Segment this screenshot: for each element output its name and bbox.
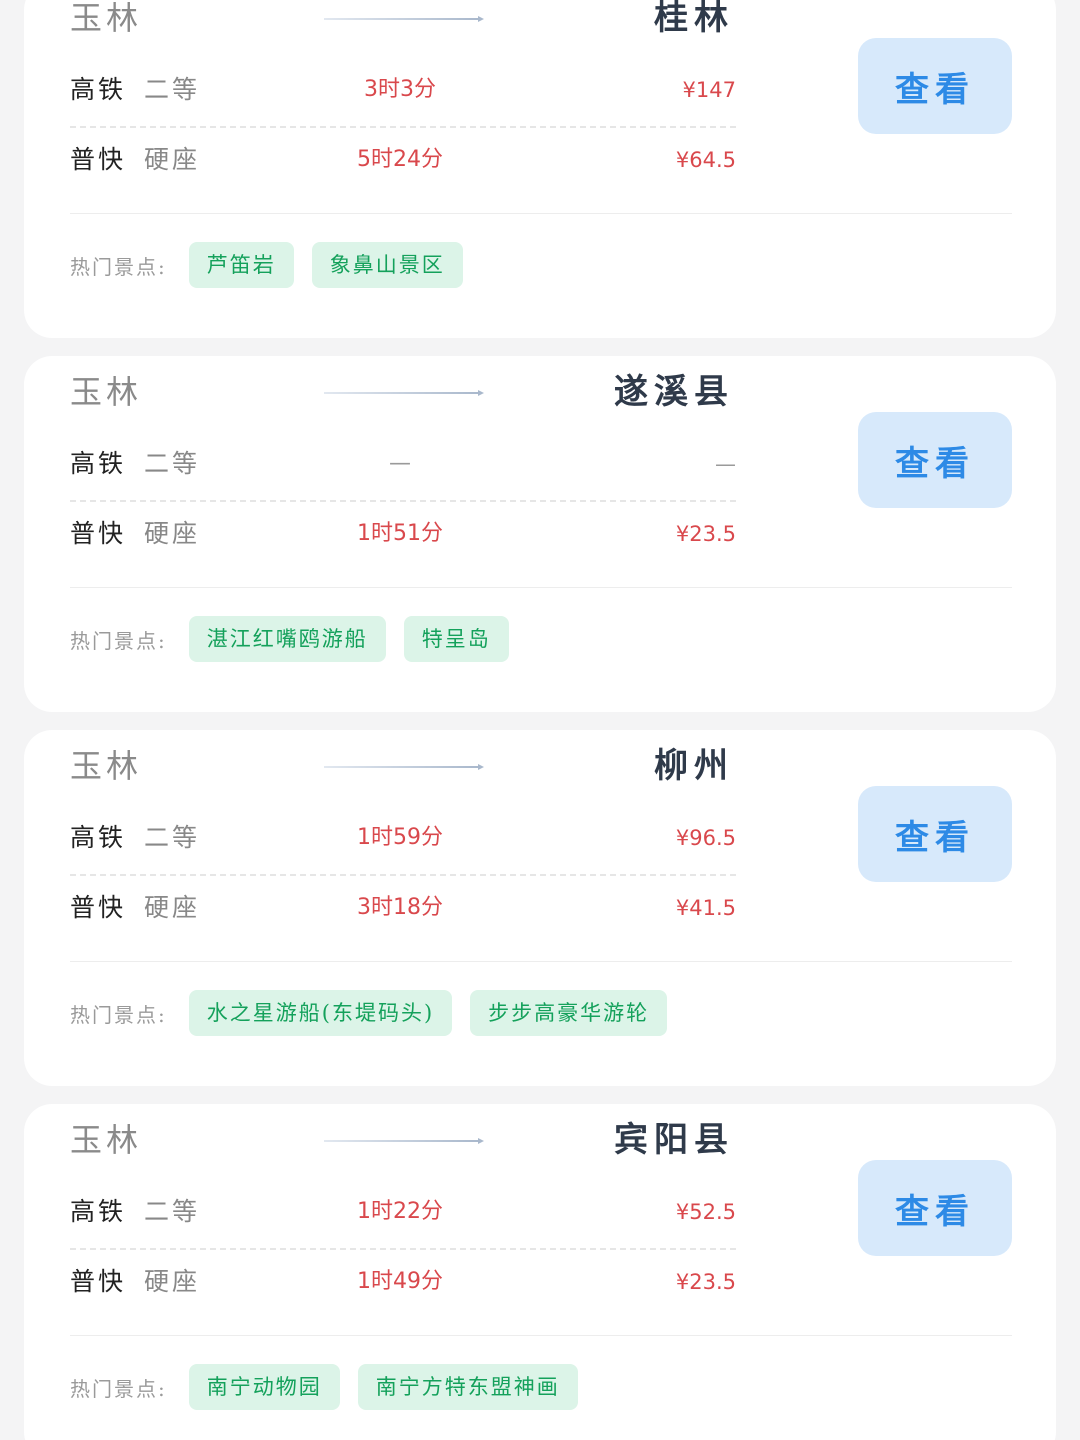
train-type: 普快	[70, 893, 127, 922]
route-card: 玉林 桂林 高铁 二等 3时3分 ¥147 普快 硬座 5时24分 ¥64.5 …	[24, 0, 1056, 338]
row-divider	[70, 126, 736, 128]
route-header: 玉林 桂林	[70, 0, 734, 46]
route-header: 玉林 柳州	[70, 742, 734, 794]
destination-city: 桂林	[654, 0, 734, 38]
spot-tag[interactable]: 芦笛岩	[188, 242, 294, 288]
spot-tag[interactable]: 象鼻山景区	[311, 242, 463, 288]
travel-duration: 1时51分	[357, 521, 443, 546]
route-card: 玉林 宾阳县 高铁 二等 1时22分 ¥52.5 普快 硬座 1时49分 ¥23…	[24, 1104, 1056, 1440]
train-row-high-speed: 高铁 二等 3时3分 ¥147	[70, 68, 736, 112]
section-divider	[70, 961, 1012, 962]
ticket-price: ¥96.5	[675, 826, 736, 850]
section-divider	[70, 1335, 1012, 1336]
destination-city: 遂溪县	[614, 372, 734, 412]
travel-duration: 5时24分	[357, 147, 443, 172]
popular-spots-label: 热门景点:	[70, 1376, 167, 1401]
spot-tag[interactable]: 步步高豪华游轮	[470, 990, 668, 1036]
seat-type: 二等	[144, 75, 201, 104]
seat-type: 二等	[144, 823, 201, 852]
spot-tag[interactable]: 南宁动物园	[188, 1364, 340, 1410]
train-type: 高铁	[70, 1197, 127, 1226]
ticket-price: ¥41.5	[675, 896, 736, 920]
train-type: 高铁	[70, 75, 127, 104]
view-button[interactable]: 查看	[858, 1160, 1012, 1256]
popular-spots: 热门景点: 湛江红嘴鸥游船 特呈岛	[70, 616, 527, 662]
route-list: 玉林 桂林 高铁 二等 3时3分 ¥147 普快 硬座 5时24分 ¥64.5 …	[0, 0, 1080, 1440]
right-arrow-icon	[324, 16, 484, 22]
destination-city: 宾阳县	[614, 1120, 734, 1160]
train-type: 高铁	[70, 449, 127, 478]
popular-spots: 热门景点: 水之星游船(东堤码头) 步步高豪华游轮	[70, 990, 685, 1036]
ticket-price: —	[715, 452, 736, 476]
section-divider	[70, 587, 1012, 588]
row-divider	[70, 1248, 736, 1250]
ticket-price: ¥23.5	[675, 1270, 736, 1294]
train-type: 普快	[70, 145, 127, 174]
seat-type: 二等	[144, 449, 201, 478]
train-row-high-speed: 高铁 二等 1时59分 ¥96.5	[70, 816, 736, 860]
seat-type: 硬座	[144, 893, 201, 922]
route-header: 玉林 宾阳县	[70, 1116, 734, 1168]
train-row-regular: 普快 硬座 1时51分 ¥23.5	[70, 512, 736, 556]
seat-type: 二等	[144, 1197, 201, 1226]
route-card: 玉林 遂溪县 高铁 二等 — — 普快 硬座 1时51分 ¥23.5 查看 热门…	[24, 356, 1056, 712]
ticket-price: ¥23.5	[675, 522, 736, 546]
train-row-regular: 普快 硬座 3时18分 ¥41.5	[70, 886, 736, 930]
origin-city: 玉林	[70, 0, 143, 37]
travel-duration: 1时22分	[357, 1199, 443, 1224]
seat-type: 硬座	[144, 519, 201, 548]
popular-spots: 热门景点: 南宁动物园 南宁方特东盟神画	[70, 1364, 596, 1410]
destination-city: 柳州	[654, 746, 734, 786]
view-button[interactable]: 查看	[858, 412, 1012, 508]
popular-spots-label: 热门景点:	[70, 1002, 167, 1027]
popular-spots-label: 热门景点:	[70, 628, 167, 653]
row-divider	[70, 500, 736, 502]
ticket-price: ¥147	[682, 78, 736, 102]
train-type: 高铁	[70, 823, 127, 852]
train-row-regular: 普快 硬座 5时24分 ¥64.5	[70, 138, 736, 182]
travel-duration: —	[389, 451, 411, 476]
row-divider	[70, 874, 736, 876]
travel-duration: 3时3分	[364, 77, 436, 102]
travel-duration: 3时18分	[357, 895, 443, 920]
origin-city: 玉林	[70, 373, 143, 411]
popular-spots-label: 热门景点:	[70, 254, 167, 279]
spot-tag[interactable]: 水之星游船(东堤码头)	[188, 990, 453, 1036]
train-row-high-speed: 高铁 二等 1时22分 ¥52.5	[70, 1190, 736, 1234]
train-type: 普快	[70, 1267, 127, 1296]
seat-type: 硬座	[144, 145, 201, 174]
train-row-regular: 普快 硬座 1时49分 ¥23.5	[70, 1260, 736, 1304]
right-arrow-icon	[324, 390, 484, 396]
ticket-price: ¥52.5	[675, 1200, 736, 1224]
view-button[interactable]: 查看	[858, 38, 1012, 134]
section-divider	[70, 213, 1012, 214]
spot-tag[interactable]: 湛江红嘴鸥游船	[188, 616, 386, 662]
right-arrow-icon	[324, 764, 484, 770]
travel-duration: 1时59分	[357, 825, 443, 850]
right-arrow-icon	[324, 1138, 484, 1144]
seat-type: 硬座	[144, 1267, 201, 1296]
spot-tag[interactable]: 特呈岛	[403, 616, 509, 662]
spot-tag[interactable]: 南宁方特东盟神画	[357, 1364, 578, 1410]
train-type: 普快	[70, 519, 127, 548]
popular-spots: 热门景点: 芦笛岩 象鼻山景区	[70, 242, 481, 288]
view-button[interactable]: 查看	[858, 786, 1012, 882]
origin-city: 玉林	[70, 1121, 143, 1159]
origin-city: 玉林	[70, 747, 143, 785]
travel-duration: 1时49分	[357, 1269, 443, 1294]
route-header: 玉林 遂溪县	[70, 368, 734, 420]
train-row-high-speed: 高铁 二等 — —	[70, 442, 736, 486]
route-card: 玉林 柳州 高铁 二等 1时59分 ¥96.5 普快 硬座 3时18分 ¥41.…	[24, 730, 1056, 1086]
ticket-price: ¥64.5	[675, 148, 736, 172]
